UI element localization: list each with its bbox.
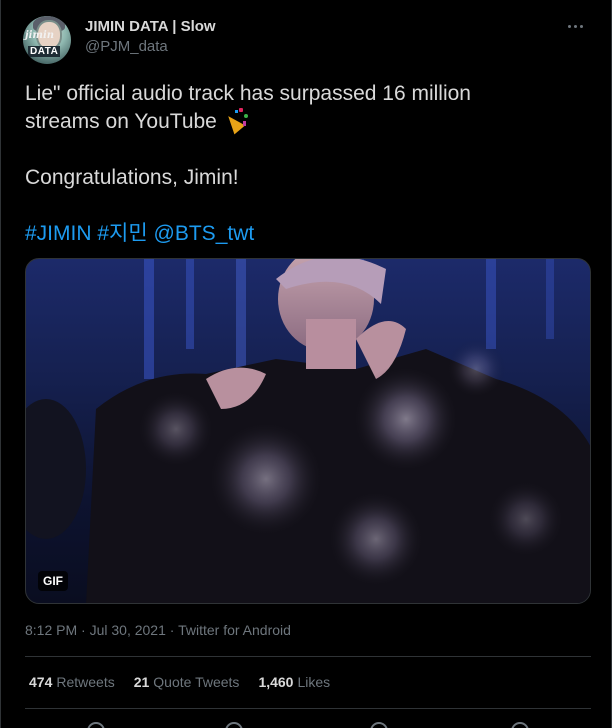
tweet-text: Lie" official audio track has surpassed …: [25, 80, 585, 248]
divider: [25, 656, 591, 657]
tweet-time[interactable]: 8:12 PM: [25, 622, 77, 638]
tweet-text-line: streams on YouTube: [25, 108, 585, 136]
more-options-button[interactable]: [561, 16, 589, 36]
party-popper-icon: [222, 108, 249, 135]
hashtag-jimin-korean[interactable]: #지민: [97, 222, 147, 245]
likes-stat[interactable]: 1,460 Likes: [258, 674, 330, 690]
gif-badge: GIF: [38, 571, 68, 591]
tweet-actions: [25, 718, 591, 728]
avatar-logo-top: jimin: [25, 30, 55, 41]
hashtag-jimin[interactable]: #JIMIN: [25, 222, 92, 245]
tweet-tags: #JIMIN #지민 @BTS_twt: [25, 220, 585, 248]
like-icon[interactable]: [370, 722, 388, 728]
meta-separator: ·: [165, 622, 179, 638]
gif-frame: [26, 259, 590, 603]
retweets-stat[interactable]: 474 Retweets: [29, 674, 115, 690]
avatar[interactable]: jimin DATA: [23, 16, 71, 64]
tweet-text-line: Congratulations, Jimin!: [25, 166, 239, 189]
tweet-header: jimin DATA JIMIN DATA | Slow @PJM_data: [23, 14, 593, 64]
tweet-detail: jimin DATA JIMIN DATA | Slow @PJM_data L…: [0, 0, 612, 728]
gif-media[interactable]: GIF: [25, 258, 591, 604]
tweet-stats: 474 Retweets 21 Quote Tweets 1,460 Likes: [29, 674, 330, 690]
avatar-logo-bottom: DATA: [28, 46, 61, 57]
tweet-meta: 8:12 PM · Jul 30, 2021 · Twitter for And…: [25, 622, 291, 638]
retweet-icon[interactable]: [225, 722, 243, 728]
divider: [25, 708, 591, 709]
share-icon[interactable]: [511, 722, 529, 728]
tweet-date[interactable]: Jul 30, 2021: [90, 622, 166, 638]
meta-separator: ·: [77, 622, 90, 638]
tweet-client[interactable]: Twitter for Android: [178, 622, 291, 638]
more-horizontal-icon: [567, 24, 571, 28]
reply-icon[interactable]: [87, 722, 105, 728]
quote-tweets-stat[interactable]: 21 Quote Tweets: [134, 674, 240, 690]
display-name[interactable]: JIMIN DATA | Slow: [85, 18, 216, 35]
mention-bts[interactable]: @BTS_twt: [154, 222, 255, 245]
tweet-text-line: Lie" official audio track has surpassed …: [25, 82, 471, 105]
user-handle[interactable]: @PJM_data: [85, 38, 168, 55]
